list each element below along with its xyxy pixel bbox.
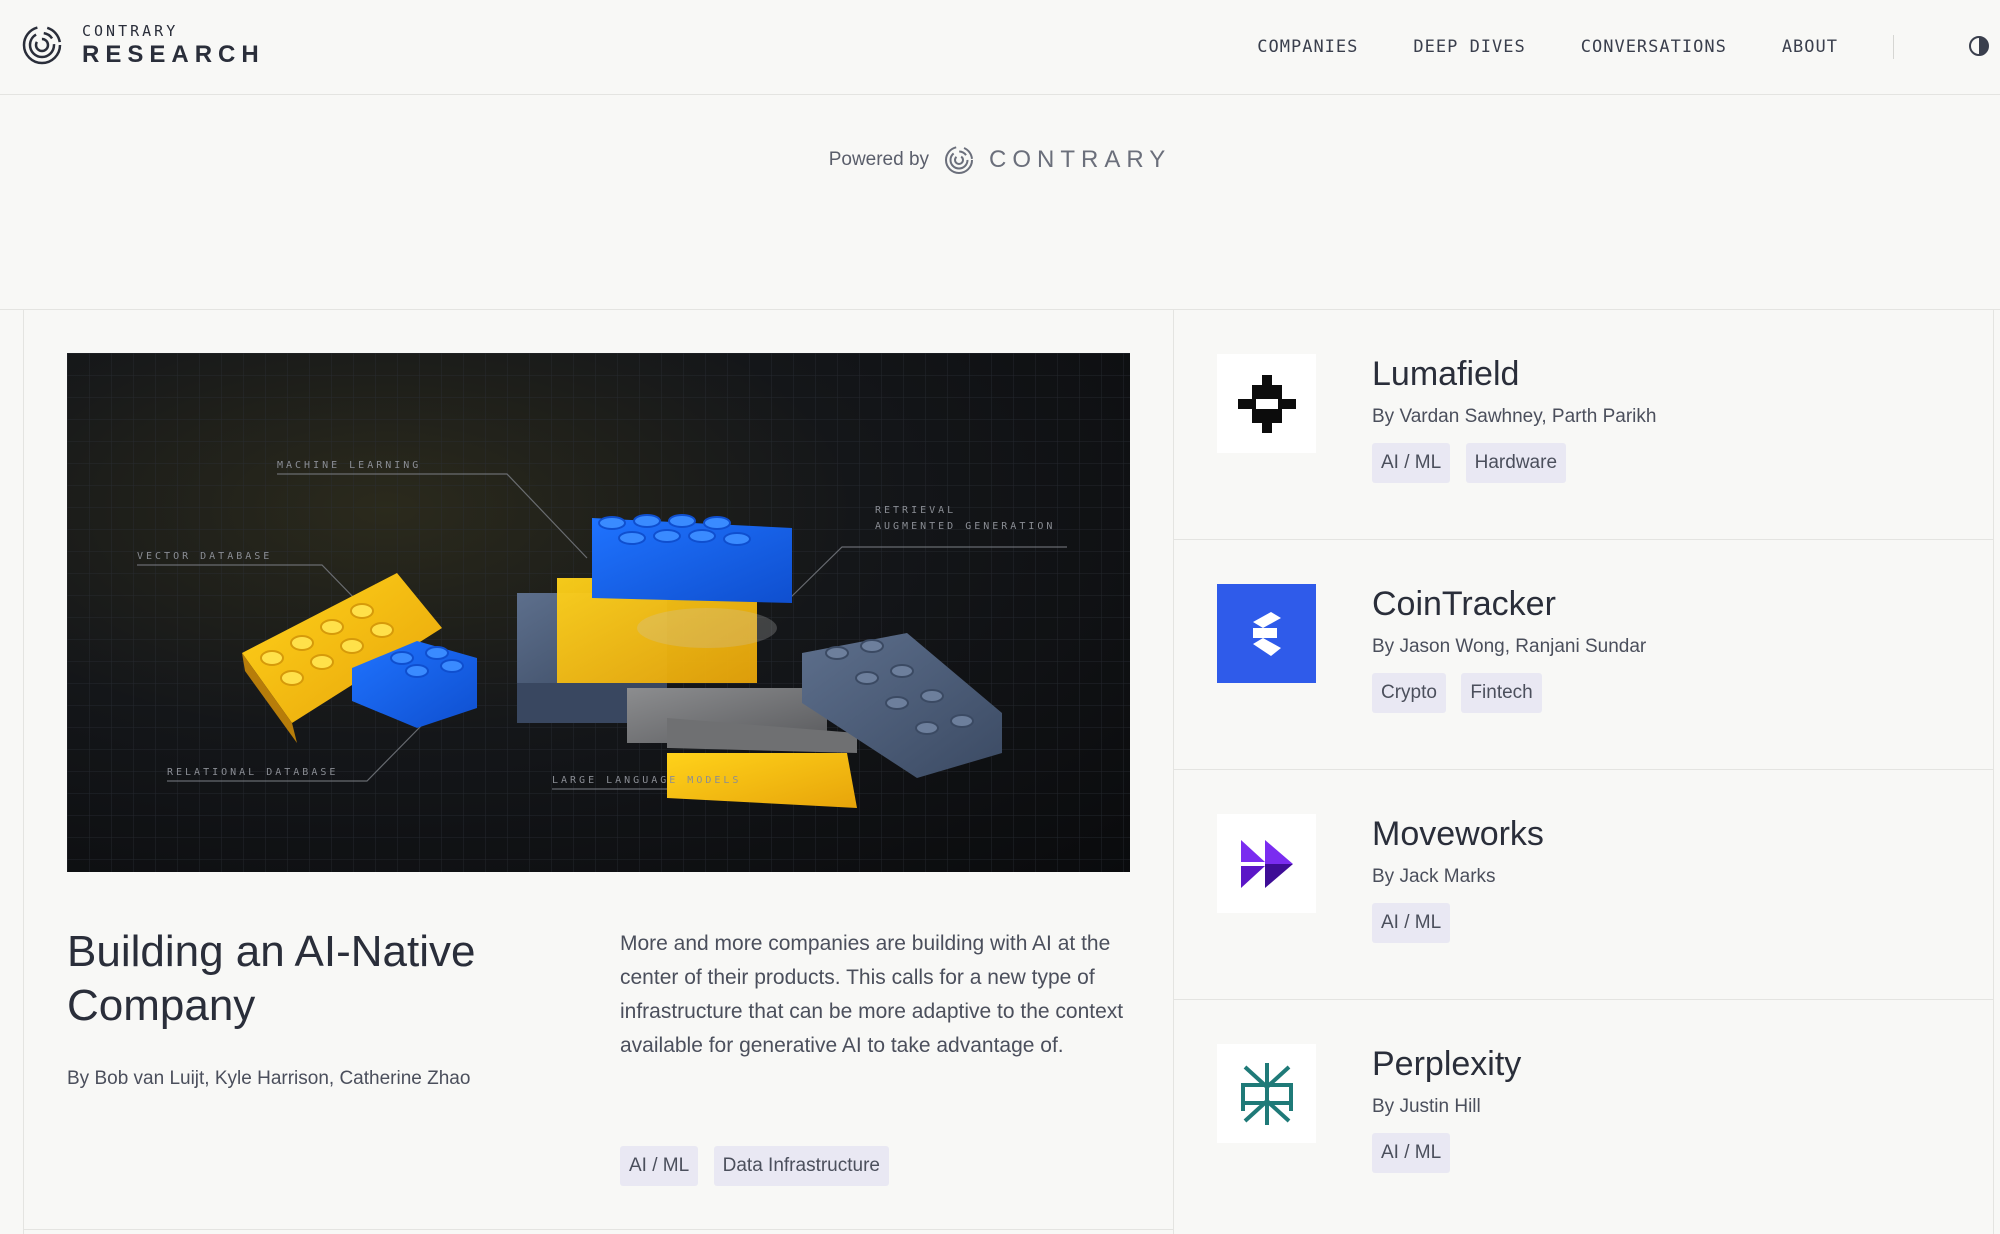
nav-conversations[interactable]: CONVERSATIONS [1581, 37, 1727, 57]
tag-ai-ml[interactable]: AI / ML [1372, 443, 1451, 483]
label-relational-database: RELATIONAL DATABASE [167, 767, 338, 778]
card-name: CoinTracker [1372, 585, 1556, 623]
nav-divider [1893, 35, 1894, 59]
theme-toggle-icon[interactable] [1968, 35, 1990, 57]
card-name: Perplexity [1372, 1045, 1522, 1083]
tag-data-infrastructure[interactable]: Data Infrastructure [713, 1146, 889, 1186]
card-logo [1217, 1044, 1316, 1143]
tag-ai-ml[interactable]: AI / ML [1372, 903, 1451, 943]
cointracker-logo-icon [1252, 611, 1281, 656]
perplexity-logo-icon [1240, 1062, 1293, 1125]
company-card-perplexity[interactable]: Perplexity By Justin Hill AI / ML [1174, 1000, 1993, 1230]
label-retrieval: RETRIEVAL [875, 505, 956, 516]
company-card-moveworks[interactable]: Moveworks By Jack Marks AI / ML [1174, 770, 1993, 1000]
tag-ai-ml[interactable]: AI / ML [1372, 1133, 1451, 1173]
label-vector-database: VECTOR DATABASE [137, 551, 272, 562]
card-tags: AI / ML [1372, 903, 1461, 943]
card-tags: AI / ML Hardware [1372, 443, 1577, 483]
card-name: Lumafield [1372, 355, 1520, 393]
right-border [1993, 309, 1994, 1234]
tag-crypto[interactable]: Crypto [1372, 673, 1446, 713]
card-logo [1217, 354, 1316, 453]
card-logo [1217, 584, 1316, 683]
main-nav: COMPANIES DEEP DIVES CONVERSATIONS ABOUT [1257, 34, 1928, 60]
feature-tags: AI / ML Data Infrastructure [620, 1146, 900, 1186]
nav-deep-dives[interactable]: DEEP DIVES [1413, 37, 1525, 57]
powered-by-brand: CONTRARY [989, 146, 1172, 173]
tag-fintech[interactable]: Fintech [1461, 673, 1542, 713]
card-authors: By Jason Wong, Ranjani Sundar [1372, 636, 1647, 657]
feature-description: More and more companies are building wit… [620, 932, 1124, 1057]
label-large-language-models: LARGE LANGUAGE MODELS [552, 775, 741, 786]
card-authors: By Justin Hill [1372, 1096, 1481, 1117]
card-name: Moveworks [1372, 815, 1544, 853]
powered-by-label: Powered by [828, 149, 930, 170]
card-logo [1217, 814, 1316, 913]
contrary-mark-icon [945, 146, 974, 174]
site-logo[interactable]: CONTRARY RESEARCH [20, 20, 265, 70]
label-machine-learning: MACHINE LEARNING [277, 460, 421, 471]
nav-companies[interactable]: COMPANIES [1257, 37, 1358, 57]
logo-bottom-text: RESEARCH [82, 41, 265, 68]
moveworks-logo-icon [1240, 839, 1293, 888]
feature-authors: By Bob van Luijt, Kyle Harrison, Catheri… [67, 1068, 471, 1089]
site-header: CONTRARY RESEARCH COMPANIES DEEP DIVES C… [0, 0, 2000, 95]
card-authors: By Vardan Sawhney, Parth Parikh [1372, 406, 1657, 427]
lego-bricks-illustration: MACHINE LEARNING VECTOR DATABASE RETRIEV… [67, 353, 1130, 872]
card-tags: Crypto Fintech [1372, 673, 1553, 713]
nav-about[interactable]: ABOUT [1782, 37, 1838, 57]
company-card-cointracker[interactable]: CoinTracker By Jason Wong, Ranjani Sunda… [1174, 540, 1993, 770]
tag-hardware[interactable]: Hardware [1465, 443, 1567, 483]
lumafield-logo-icon [1237, 374, 1296, 433]
tag-ai-ml[interactable]: AI / ML [620, 1146, 699, 1186]
powered-by[interactable]: Powered by CONTRARY [0, 142, 2000, 178]
left-border [23, 309, 24, 1234]
label-augmented-generation: AUGMENTED GENERATION [875, 521, 1055, 532]
feature-bottom-border [23, 1229, 1173, 1230]
card-tags: AI / ML [1372, 1133, 1461, 1173]
logo-top-text: CONTRARY [82, 22, 179, 40]
card-authors: By Jack Marks [1372, 866, 1496, 887]
company-card-lumafield[interactable]: Lumafield By Vardan Sawhney, Parth Parik… [1174, 310, 1993, 540]
feature-image[interactable]: MACHINE LEARNING VECTOR DATABASE RETRIEV… [67, 353, 1130, 872]
contrary-logo-icon [22, 25, 62, 65]
feature-title[interactable]: Building an AI-Native Company [67, 925, 587, 1033]
